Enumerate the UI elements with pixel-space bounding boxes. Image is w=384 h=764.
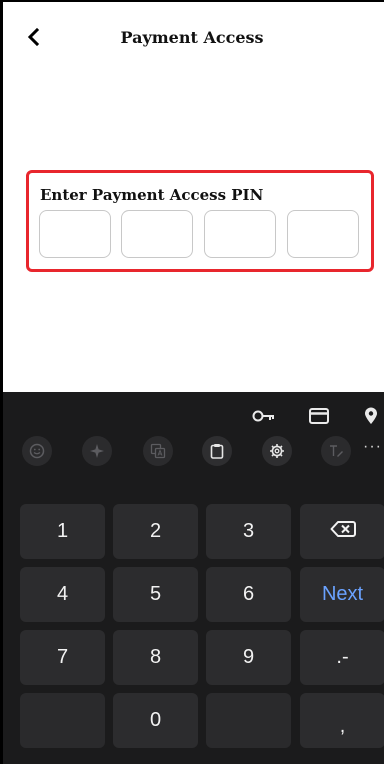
sparkle-icon[interactable]: [82, 436, 112, 466]
translate-icon[interactable]: [143, 436, 173, 466]
blank-key-right: [206, 693, 291, 748]
app-header: Payment Access: [0, 0, 384, 80]
backspace-icon: [330, 520, 356, 544]
location-pin-icon[interactable]: [356, 404, 384, 428]
pin-entry-section: Enter Payment Access PIN: [26, 170, 374, 272]
pin-digit-box-2[interactable]: [121, 210, 193, 258]
key-8[interactable]: 8: [113, 630, 198, 685]
key-1[interactable]: 1: [20, 504, 105, 559]
numeric-keyboard: ··· 1 2 3 4 5 6 Next 7 8 9 .- 0 ,: [3, 392, 384, 764]
page-title: Payment Access: [120, 28, 264, 47]
key-5[interactable]: 5: [113, 567, 198, 622]
key-9[interactable]: 9: [206, 630, 291, 685]
key-2[interactable]: 2: [113, 504, 198, 559]
pin-digit-box-1[interactable]: [39, 210, 111, 258]
keyboard-suggestion-bar: ···: [3, 428, 384, 480]
clipboard-icon[interactable]: [202, 436, 232, 466]
emoji-icon[interactable]: [22, 436, 52, 466]
backspace-key[interactable]: [300, 504, 384, 559]
settings-icon[interactable]: [262, 436, 292, 466]
pin-label: Enter Payment Access PIN: [40, 186, 264, 204]
handwriting-icon[interactable]: [321, 436, 351, 466]
key-3[interactable]: 3: [206, 504, 291, 559]
key-icon[interactable]: [249, 404, 279, 428]
more-icon[interactable]: ···: [363, 438, 382, 456]
pin-digit-box-4[interactable]: [287, 210, 359, 258]
key-7[interactable]: 7: [20, 630, 105, 685]
dot-dash-key[interactable]: .-: [300, 630, 384, 685]
comma-key[interactable]: ,: [300, 693, 384, 748]
pin-digit-box-3[interactable]: [204, 210, 276, 258]
key-0[interactable]: 0: [113, 693, 198, 748]
next-key[interactable]: Next: [300, 567, 384, 622]
key-6[interactable]: 6: [206, 567, 291, 622]
blank-key-left: [20, 693, 105, 748]
card-icon[interactable]: [304, 404, 334, 428]
key-4[interactable]: 4: [20, 567, 105, 622]
